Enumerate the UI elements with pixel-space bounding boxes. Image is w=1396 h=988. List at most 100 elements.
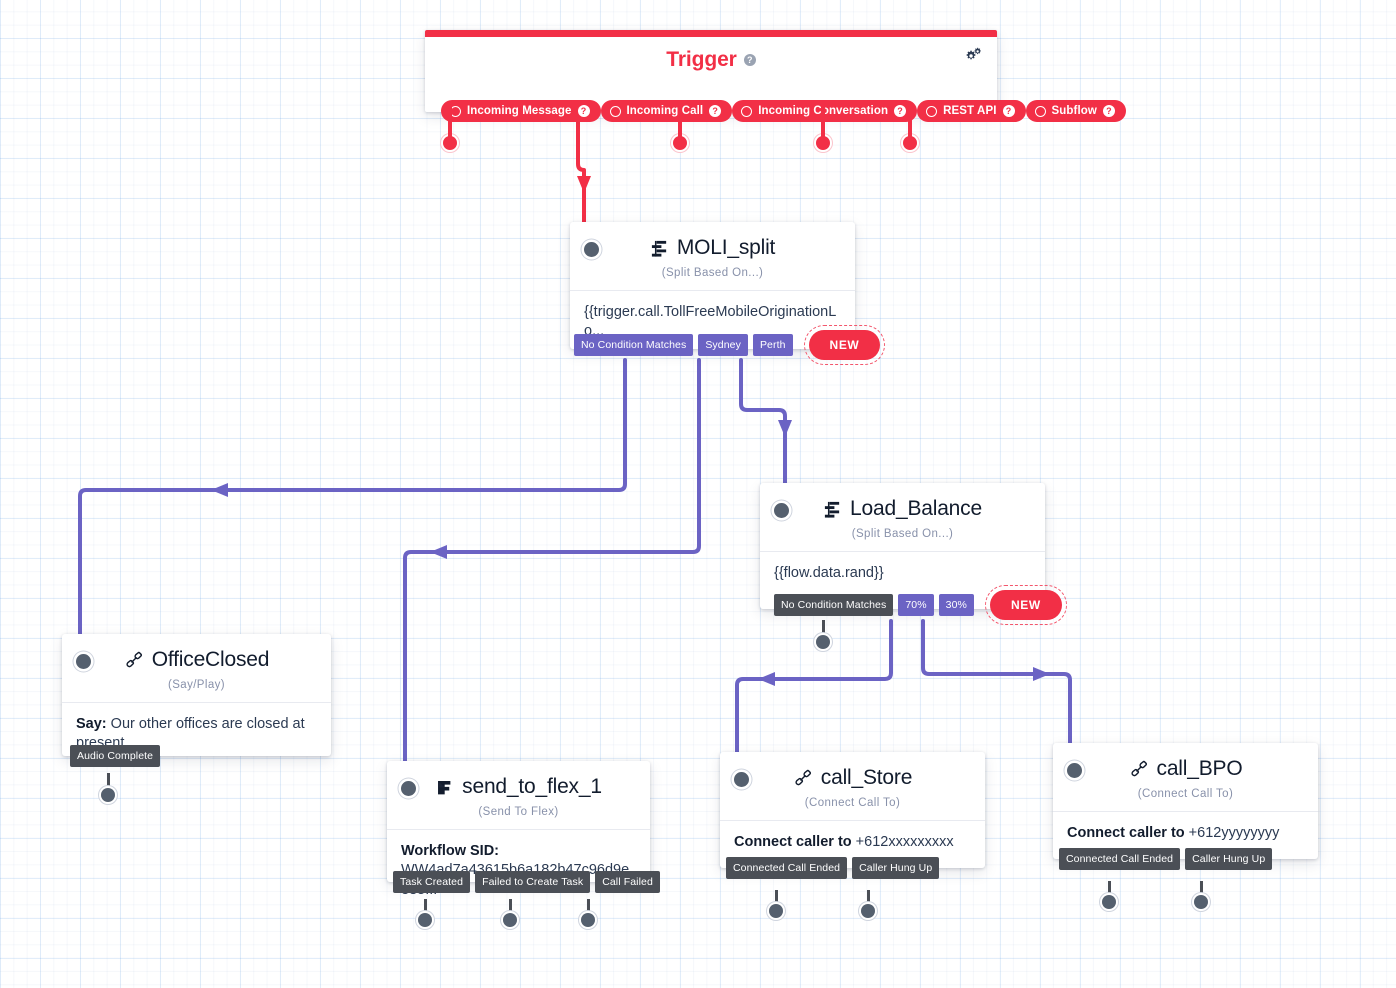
output-pill-no-condition-matches[interactable]: No Condition Matches	[774, 593, 894, 617]
node-input-connector[interactable]	[584, 242, 599, 257]
wire-moli-nocondition-officeclosed	[78, 358, 627, 647]
wire-trigger-incoming-call	[576, 105, 591, 224]
node-outputs: Task Created Failed to Create Task Call …	[393, 870, 660, 893]
node-type: (Connect Call To)	[804, 797, 901, 809]
output-pill-caller-hung-up[interactable]: Caller Hung Up	[852, 856, 940, 879]
output-endpoint-caller-hung-up[interactable]	[861, 904, 875, 918]
node-body-value: +612xxxxxxxxx	[855, 834, 954, 850]
output-label: Incoming Call	[626, 105, 704, 117]
add-condition-button[interactable]: NEW	[984, 585, 1067, 625]
add-condition-button[interactable]: NEW	[803, 325, 886, 365]
node-call-store[interactable]: call_Store (Connect Call To) Connect cal…	[720, 752, 985, 879]
output-ring-icon	[1034, 105, 1046, 117]
output-ring-icon	[609, 105, 621, 117]
output-endpoint-connected-call-ended[interactable]	[769, 904, 783, 918]
node-outputs: Connected Call Ended Caller Hung Up	[1059, 847, 1273, 870]
node-moli-split[interactable]: MOLI_split (Split Based On...) {{trigger…	[570, 222, 886, 365]
trigger-endpoint-incoming-message[interactable]	[443, 136, 457, 150]
output-pill-connected-call-ended[interactable]: Connected Call Ended	[726, 856, 848, 879]
output-label: REST API	[943, 105, 997, 117]
node-input-connector[interactable]	[734, 772, 749, 787]
node-input-connector[interactable]	[1067, 763, 1082, 778]
output-label: Incoming Message	[467, 105, 572, 117]
phone-icon	[793, 768, 813, 788]
help-icon[interactable]: ?	[1002, 105, 1015, 117]
node-title: OfficeClosed	[151, 648, 270, 671]
trigger-output-rest-api[interactable]: REST API ?	[917, 100, 1026, 122]
output-pill-task-created[interactable]: Task Created	[393, 870, 471, 893]
help-icon[interactable]: ?	[577, 105, 590, 117]
split-icon	[823, 500, 842, 519]
output-endpoint-task-created[interactable]	[418, 913, 432, 927]
trigger-endpoint-rest-api[interactable]	[816, 136, 830, 150]
output-endpoint-failed-to-create-task[interactable]	[503, 913, 517, 927]
node-body-label: Say:	[76, 716, 107, 732]
wire-loadbalance-30-callbpo	[921, 619, 1072, 755]
node-title: call_Store	[820, 766, 913, 789]
trigger-help-icon[interactable]: ?	[743, 54, 756, 66]
output-label: Incoming Conversation	[758, 105, 889, 117]
trigger-endpoint-incoming-conversation[interactable]	[673, 136, 687, 150]
output-ring-icon	[741, 105, 753, 117]
output-pill-sydney[interactable]: Sydney	[698, 333, 748, 357]
node-outputs: No Condition Matches 70% 30% NEW	[774, 585, 1067, 625]
node-title-row: MOLI_split	[570, 222, 855, 260]
output-pill-caller-hung-up[interactable]: Caller Hung Up	[1185, 847, 1273, 870]
node-call-bpo[interactable]: call_BPO (Connect Call To) Connect calle…	[1053, 743, 1318, 870]
trigger-output-incoming-conversation[interactable]: Incoming Conversation ?	[732, 100, 918, 122]
gears-icon[interactable]	[962, 45, 984, 67]
node-input-connector[interactable]	[774, 503, 789, 518]
node-office-closed[interactable]: OfficeClosed (Say/Play) Say: Our other o…	[62, 634, 331, 767]
flow-canvas[interactable]: Trigger ? Incoming Message ? Incoming Ca…	[0, 0, 1396, 988]
phone-icon	[1129, 759, 1149, 779]
node-send-to-flex-1[interactable]: send_to_flex_1 (Send To Flex) Workflow S…	[387, 761, 660, 898]
output-pill-70-percent[interactable]: 70%	[898, 593, 934, 617]
node-type: (Split Based On...)	[661, 267, 764, 279]
output-pill-30-percent[interactable]: 30%	[938, 593, 974, 617]
node-outputs: Audio Complete	[70, 744, 161, 767]
node-load-balance[interactable]: Load_Balance (Split Based On...) {{flow.…	[760, 483, 1067, 625]
output-pill-connected-call-ended[interactable]: Connected Call Ended	[1059, 847, 1181, 870]
trigger-card[interactable]: Trigger ? Incoming Message ? Incoming Ca…	[425, 30, 1126, 122]
node-title-row: Load_Balance	[760, 483, 1045, 521]
node-type: (Split Based On...)	[851, 528, 954, 540]
wire-loadbalance-70-callstore	[735, 619, 893, 764]
node-type: (Connect Call To)	[1137, 788, 1234, 800]
node-body-value: +612yyyyyyyy	[1188, 825, 1280, 841]
node-title: send_to_flex_1	[462, 775, 602, 798]
node-outputs: No Condition Matches Sydney Perth NEW	[574, 325, 886, 365]
output-endpoint-caller-hung-up[interactable]	[1194, 895, 1208, 909]
node-input-connector[interactable]	[76, 654, 91, 669]
node-title-row: call_Store	[720, 752, 985, 790]
output-pill-audio-complete[interactable]: Audio Complete	[70, 744, 161, 767]
node-title: MOLI_split	[676, 236, 776, 259]
wire-moli-perth-loadbalance	[739, 358, 792, 494]
output-endpoint-call-failed[interactable]	[581, 913, 595, 927]
trigger-output-incoming-call[interactable]: Incoming Call ?	[600, 100, 733, 122]
trigger-output-subflow[interactable]: Subflow ?	[1025, 100, 1126, 122]
output-endpoint-audio-complete[interactable]	[101, 788, 115, 802]
wire-moli-sydney-sendtoflex	[403, 358, 701, 774]
help-icon[interactable]: ?	[894, 105, 907, 117]
node-title: call_BPO	[1156, 757, 1243, 780]
output-pill-perth[interactable]: Perth	[752, 333, 793, 357]
help-icon[interactable]: ?	[1102, 105, 1115, 117]
node-body-label: Connect caller to	[1067, 825, 1185, 841]
output-ring-icon	[450, 105, 461, 117]
node-input-connector[interactable]	[401, 781, 416, 796]
output-endpoint-no-condition-matches[interactable]	[816, 635, 830, 649]
output-label: Subflow	[1051, 105, 1097, 117]
phone-icon	[124, 650, 144, 670]
trigger-endpoint-subflow[interactable]	[903, 136, 917, 150]
node-type: (Send To Flex)	[478, 806, 559, 818]
output-pill-failed-to-create-task[interactable]: Failed to Create Task	[475, 870, 591, 893]
split-icon	[650, 239, 669, 258]
trigger-accent-bar	[425, 30, 997, 37]
help-icon[interactable]: ?	[709, 105, 722, 117]
output-endpoint-connected-call-ended[interactable]	[1102, 895, 1116, 909]
trigger-outputs: Incoming Message ? Incoming Call ? Incom…	[441, 100, 1126, 122]
trigger-title: Trigger	[666, 48, 737, 71]
output-pill-no-condition-matches[interactable]: No Condition Matches	[574, 333, 694, 357]
output-pill-call-failed[interactable]: Call Failed	[595, 870, 660, 893]
trigger-output-incoming-message[interactable]: Incoming Message ?	[441, 100, 601, 122]
